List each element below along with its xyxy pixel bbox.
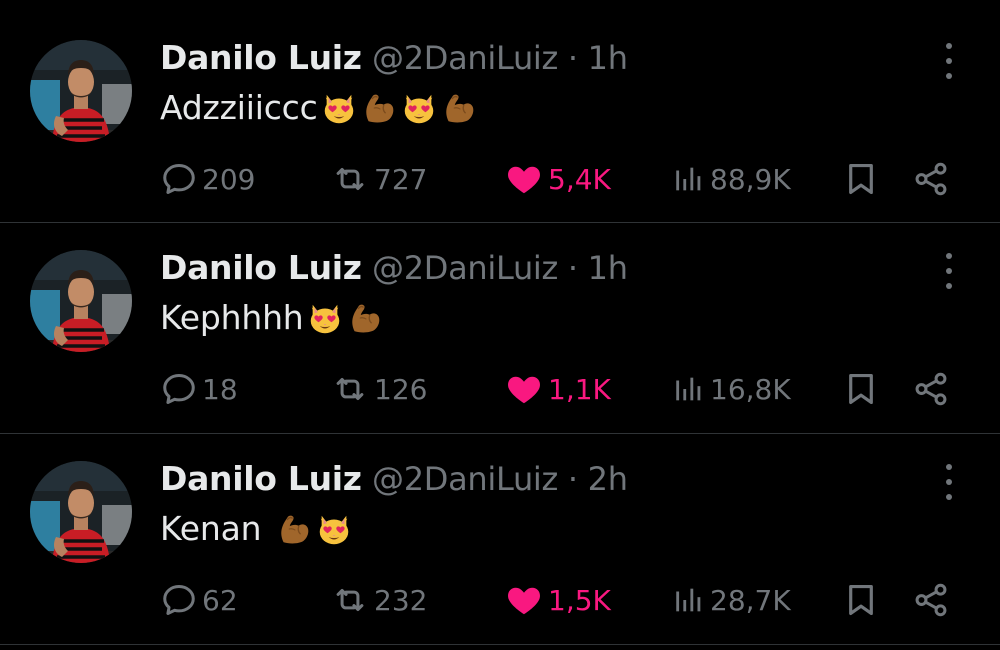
author-name[interactable]: Danilo Luiz: [160, 248, 362, 287]
author-handle[interactable]: @2DaniLuiz · 1h: [372, 39, 628, 77]
timestamp[interactable]: · 2h: [568, 460, 628, 498]
tweet-text-content: Kenan: [160, 509, 262, 548]
reply-count: 62: [202, 583, 238, 617]
views-button[interactable]: 88,9K: [672, 160, 791, 198]
views-button[interactable]: 16,8K: [672, 370, 791, 408]
tweet-card[interactable]: Danilo Luiz @2DaniLuiz · 1h Kephhhh 18 1…: [0, 210, 1000, 420]
bookmark-icon: [842, 160, 880, 198]
views-count: 28,7K: [710, 583, 791, 617]
heart-eyes-cat-icon: [306, 299, 344, 337]
author-name[interactable]: Danilo Luiz: [160, 459, 362, 498]
handle-text: @2DaniLuiz: [372, 249, 559, 287]
flexed-biceps-icon: [346, 299, 384, 337]
tweet-text: Adzziiiccc: [160, 88, 478, 127]
tweet-card[interactable]: Danilo Luiz @2DaniLuiz · 1h Adzziiiccc 2…: [0, 0, 1000, 210]
repost-button[interactable]: 727: [330, 160, 427, 198]
repost-icon: [330, 370, 370, 408]
share-button[interactable]: [912, 370, 950, 408]
repost-icon: [330, 581, 370, 619]
flexed-biceps-icon: [440, 89, 478, 127]
share-icon: [912, 581, 950, 619]
more-options-icon[interactable]: [938, 464, 960, 500]
timestamp[interactable]: · 1h: [568, 39, 628, 77]
views-icon: [672, 160, 706, 198]
like-button[interactable]: 5,4K: [504, 160, 611, 198]
author-handle[interactable]: @2DaniLuiz · 2h: [372, 460, 628, 498]
tweet-text-content: Kephhhh: [160, 298, 304, 337]
views-count: 88,9K: [710, 162, 791, 196]
repost-count: 727: [374, 162, 428, 196]
reply-count: 209: [202, 162, 256, 196]
heart-icon: [504, 370, 544, 408]
bookmark-icon: [842, 370, 880, 408]
heart-eyes-cat-icon: [320, 89, 358, 127]
tweet-text: Kenan: [160, 509, 353, 548]
like-button[interactable]: 1,5K: [504, 581, 611, 619]
reply-button[interactable]: 62: [160, 581, 238, 619]
more-options-icon[interactable]: [938, 253, 960, 289]
repost-button[interactable]: 232: [330, 581, 427, 619]
like-count: 1,1K: [548, 372, 611, 406]
flexed-biceps-icon: [275, 510, 313, 548]
share-button[interactable]: [912, 160, 950, 198]
avatar[interactable]: [30, 461, 132, 563]
avatar[interactable]: [30, 250, 132, 352]
tweet-text-content: Adzziiiccc: [160, 88, 318, 127]
avatar[interactable]: [30, 40, 132, 142]
tweet-card[interactable]: Danilo Luiz @2DaniLuiz · 2h Kenan 62 232…: [0, 421, 1000, 631]
views-icon: [672, 581, 706, 619]
tweet-divider: [0, 644, 1000, 645]
handle-text: @2DaniLuiz: [372, 39, 559, 77]
repost-count: 232: [374, 583, 428, 617]
views-count: 16,8K: [710, 372, 791, 406]
repost-icon: [330, 160, 370, 198]
repost-button[interactable]: 126: [330, 370, 427, 408]
share-icon: [912, 370, 950, 408]
timestamp[interactable]: · 1h: [568, 249, 628, 287]
reply-button[interactable]: 209: [160, 160, 255, 198]
tweet-text: Kephhhh: [160, 298, 384, 337]
reply-icon: [160, 581, 198, 619]
heart-eyes-cat-icon: [315, 510, 353, 548]
bookmark-button[interactable]: [842, 581, 880, 619]
author-handle[interactable]: @2DaniLuiz · 1h: [372, 249, 628, 287]
heart-eyes-cat-icon: [400, 89, 438, 127]
author-name[interactable]: Danilo Luiz: [160, 38, 362, 77]
flexed-biceps-icon: [360, 89, 398, 127]
like-count: 5,4K: [548, 162, 611, 196]
repost-count: 126: [374, 372, 428, 406]
reply-count: 18: [202, 372, 238, 406]
bookmark-button[interactable]: [842, 370, 880, 408]
heart-icon: [504, 581, 544, 619]
tweet-feed: Danilo Luiz @2DaniLuiz · 1h Adzziiiccc 2…: [0, 0, 1000, 650]
share-icon: [912, 160, 950, 198]
views-icon: [672, 370, 706, 408]
like-count: 1,5K: [548, 583, 611, 617]
reply-icon: [160, 370, 198, 408]
handle-text: @2DaniLuiz: [372, 460, 559, 498]
share-button[interactable]: [912, 581, 950, 619]
heart-icon: [504, 160, 544, 198]
bookmark-icon: [842, 581, 880, 619]
more-options-icon[interactable]: [938, 43, 960, 79]
like-button[interactable]: 1,1K: [504, 370, 611, 408]
reply-button[interactable]: 18: [160, 370, 238, 408]
bookmark-button[interactable]: [842, 160, 880, 198]
reply-icon: [160, 160, 198, 198]
views-button[interactable]: 28,7K: [672, 581, 791, 619]
